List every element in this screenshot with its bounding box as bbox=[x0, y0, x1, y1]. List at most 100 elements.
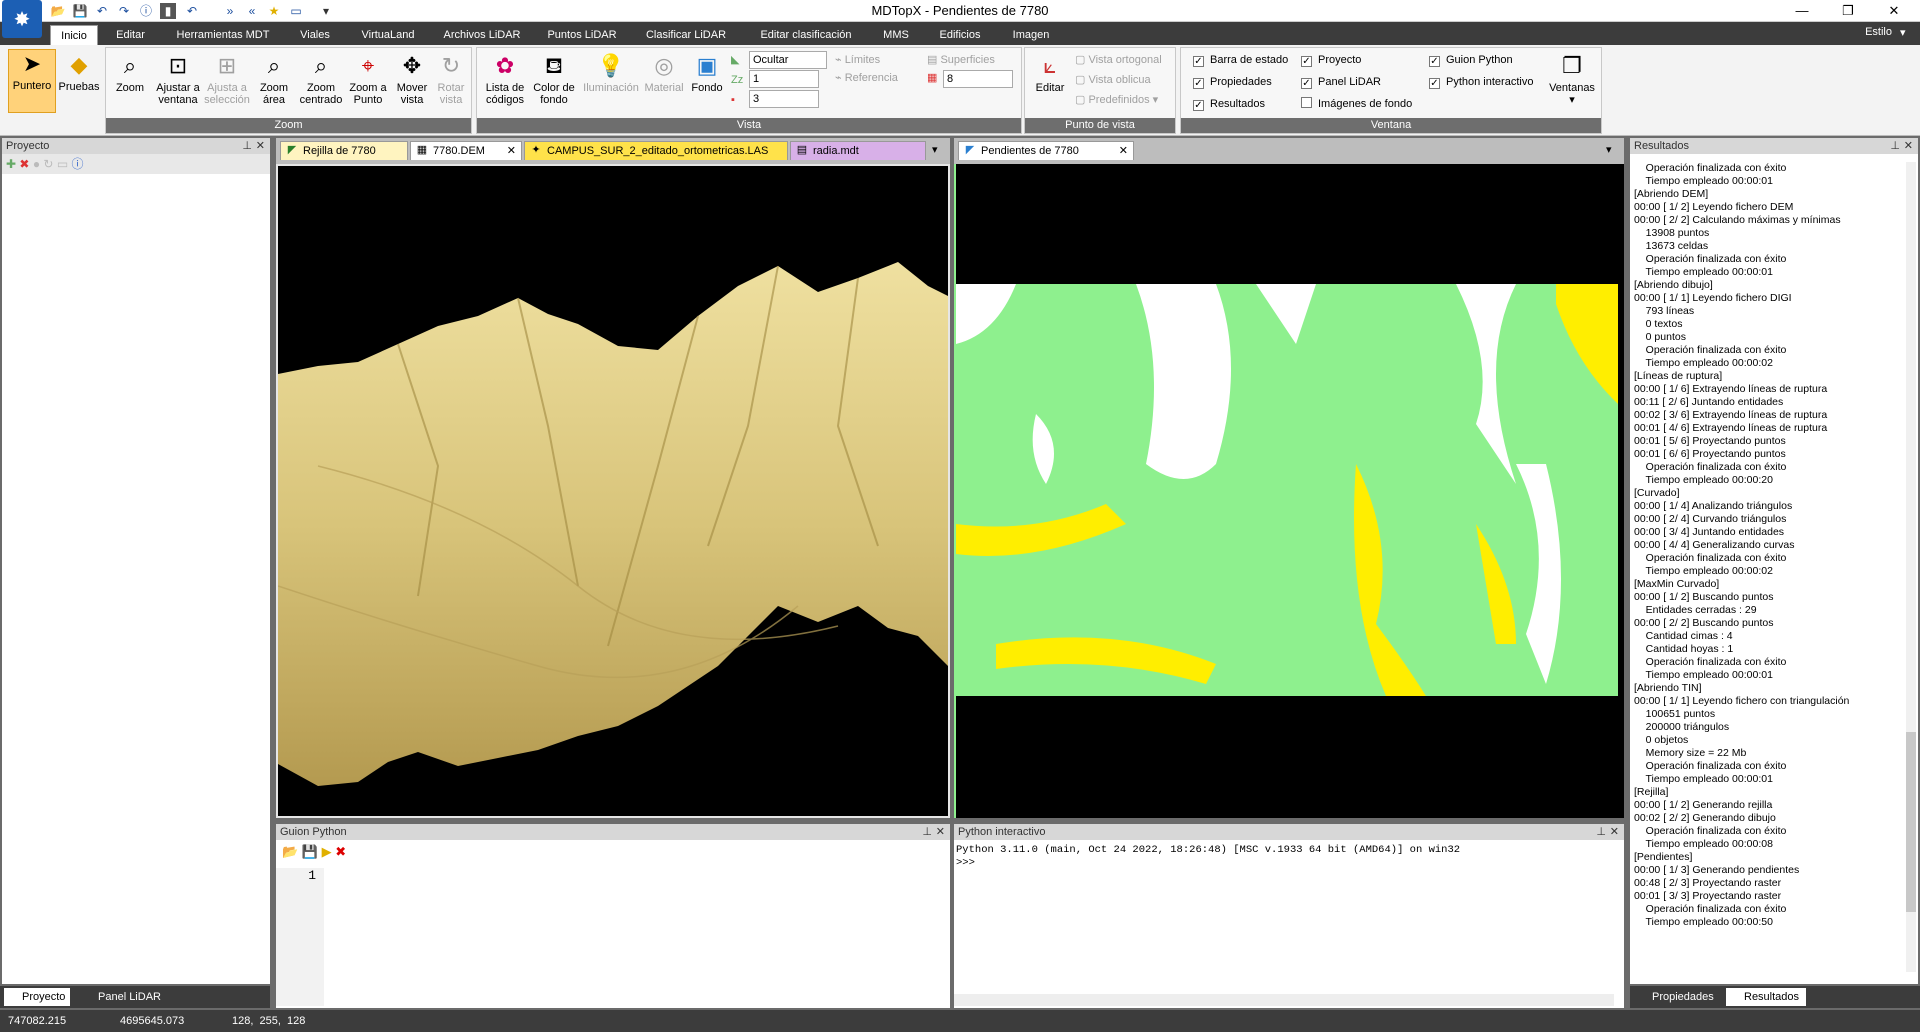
pin-icon[interactable]: ⊥ bbox=[1890, 138, 1900, 154]
points-size-field[interactable]: 3 bbox=[749, 90, 819, 108]
tab-puntos-lidar[interactable]: Puntos LiDAR bbox=[540, 25, 624, 45]
predefined-button[interactable]: ▢ Predefinidos ▾ bbox=[1075, 92, 1158, 109]
surfaces-field[interactable]: 8 bbox=[943, 70, 1013, 88]
refresh-icon[interactable]: ↻ bbox=[43, 157, 53, 171]
orthogonal-view-button[interactable]: ▢ Vista ortogonal bbox=[1075, 52, 1162, 69]
info-icon[interactable]: ⓘ bbox=[72, 157, 84, 171]
pin-icon[interactable]: ⊥ bbox=[922, 824, 932, 840]
zoom-button[interactable]: ⌕ Zoom bbox=[108, 52, 152, 94]
tab-resultados[interactable]: Resultados bbox=[1726, 988, 1806, 1006]
right-doc-tabbar: ◤ Pendientes de 7780 ✕ ▾ bbox=[954, 138, 1624, 164]
slope-map-viewport[interactable] bbox=[954, 164, 1624, 818]
close-icon[interactable]: ✕ bbox=[256, 138, 265, 154]
slope-raster bbox=[956, 284, 1618, 696]
terrain-3d-viewport[interactable] bbox=[276, 164, 950, 818]
reference-label: Referencia bbox=[844, 72, 898, 84]
lidar-panel-toggle[interactable]: ✓ Panel LiDAR bbox=[1301, 74, 1381, 91]
tab-clasificar-lidar[interactable]: Clasificar LiDAR bbox=[636, 25, 736, 45]
material-button[interactable]: ◎ Material bbox=[641, 52, 687, 94]
close-icon[interactable]: ✕ bbox=[1872, 0, 1916, 22]
tab-mms[interactable]: MMS bbox=[876, 25, 916, 45]
tab-rejilla[interactable]: ◤ Rejilla de 7780 bbox=[280, 141, 408, 160]
zz-field[interactable]: 1 bbox=[749, 70, 819, 88]
vista-group-caption: Vista bbox=[477, 118, 1021, 133]
stop-icon[interactable]: ✖ bbox=[335, 844, 346, 859]
python-console[interactable]: Python 3.11.0 (main, Oct 24 2022, 18:26:… bbox=[956, 844, 1616, 870]
reference-button[interactable]: ⌁ Referencia bbox=[835, 70, 898, 87]
project-toggle[interactable]: ✓ Proyecto bbox=[1301, 52, 1361, 69]
results-line: 00:01 [ 6/ 6] Proyectando puntos bbox=[1634, 448, 1786, 460]
tab-viales[interactable]: Viales bbox=[290, 25, 340, 45]
results-line: Tiempo empleado 00:00:01 bbox=[1634, 175, 1773, 187]
light-icon[interactable]: ● bbox=[33, 157, 40, 171]
tab-pendientes[interactable]: ◤ Pendientes de 7780 ✕ bbox=[958, 141, 1134, 160]
maximize-icon[interactable]: ❐ bbox=[1826, 0, 1870, 22]
tab-proyecto[interactable]: Proyecto bbox=[4, 988, 70, 1006]
tab-imagen[interactable]: Imagen bbox=[1004, 25, 1058, 45]
pin-icon[interactable]: ⊥ bbox=[242, 138, 252, 154]
save-script-icon[interactable]: 💾 bbox=[302, 844, 318, 859]
tab-dem[interactable]: ▦ 7780.DEM ✕ bbox=[410, 141, 522, 160]
fit-window-button[interactable]: ⊡ Ajustar a ventana bbox=[154, 52, 202, 106]
pixel-rgb: 128, 255, 128 bbox=[232, 1015, 306, 1027]
oblique-view-button[interactable]: ▢ Vista oblicua bbox=[1075, 72, 1151, 89]
zoom-area-button[interactable]: ⌕ Zoom área bbox=[252, 52, 296, 106]
run-icon[interactable]: ▶ bbox=[322, 844, 332, 859]
results-line: [Abriendo TIN] bbox=[1634, 682, 1702, 694]
python-script-toggle[interactable]: ✓ Guion Python bbox=[1429, 52, 1513, 69]
code-list-button[interactable]: ✿ Lista de códigos bbox=[483, 52, 527, 106]
style-chevron-icon[interactable]: ▾ bbox=[1900, 26, 1906, 39]
close-tab-icon[interactable]: ✕ bbox=[1119, 142, 1128, 160]
tab-list-chevron-icon[interactable]: ▾ bbox=[1606, 143, 1612, 156]
add-icon[interactable]: ✚ bbox=[6, 157, 16, 171]
background-color-button[interactable]: ⛾ Color de fondo bbox=[529, 52, 579, 106]
zoom-centered-button[interactable]: ⌕ Zoom centrado bbox=[298, 52, 344, 106]
edit-view-button[interactable]: ⟀ Editar bbox=[1029, 52, 1071, 94]
results-line: Operación finalizada con éxito bbox=[1634, 903, 1787, 915]
pruebas-button[interactable]: ◆ Pruebas bbox=[58, 51, 100, 93]
tab-editar[interactable]: Editar bbox=[108, 25, 153, 45]
hide-dropdown[interactable]: Ocultar bbox=[749, 51, 827, 69]
tab-edificios[interactable]: Edificios bbox=[930, 25, 990, 45]
tab-radia[interactable]: ▤ radia.mdt bbox=[790, 141, 926, 160]
rotate-view-button[interactable]: ↻ Rotar vista bbox=[432, 52, 470, 106]
tab-propiedades[interactable]: Propiedades bbox=[1634, 988, 1714, 1006]
fit-selection-button[interactable]: ⊞ Ajusta a selección bbox=[202, 52, 252, 106]
tab-las[interactable]: ✦ CAMPUS_SUR_2_editado_ortometricas.LAS bbox=[524, 141, 788, 160]
tab-panel-lidar[interactable]: Panel LiDAR bbox=[80, 988, 161, 1006]
results-toggle[interactable]: ✓ Resultados bbox=[1193, 96, 1265, 113]
results-scrollbar[interactable] bbox=[1906, 162, 1916, 972]
horizontal-scrollbar[interactable] bbox=[954, 994, 1614, 1006]
python-interactive-toggle[interactable]: ✓ Python interactivo bbox=[1429, 74, 1533, 91]
tab-list-chevron-icon[interactable]: ▾ bbox=[932, 143, 938, 156]
close-icon[interactable]: ✕ bbox=[1610, 824, 1619, 840]
zoom-point-button[interactable]: ⌖ Zoom a Punto bbox=[346, 52, 390, 106]
properties-toggle[interactable]: ✓ Propiedades bbox=[1193, 74, 1272, 91]
fondo-button[interactable]: ▣ Fondo bbox=[687, 52, 727, 94]
results-header: Resultados ⊥ ✕ bbox=[1630, 138, 1918, 154]
window-icon[interactable]: ▭ bbox=[57, 157, 68, 171]
puntero-button[interactable]: ➤ Puntero bbox=[8, 49, 56, 113]
script-editor[interactable] bbox=[326, 868, 946, 1006]
app-logo-icon[interactable]: ✸ bbox=[2, 0, 42, 38]
pin-icon[interactable]: ⊥ bbox=[1596, 824, 1606, 840]
windows-button[interactable]: ❐ Ventanas ▾ bbox=[1545, 52, 1599, 106]
lighting-button[interactable]: 💡 Iluminación bbox=[581, 52, 641, 94]
background-images-toggle[interactable]: Imágenes de fondo bbox=[1301, 96, 1412, 113]
delete-icon[interactable]: ✖ bbox=[19, 157, 29, 171]
tab-inicio[interactable]: Inicio bbox=[50, 25, 98, 45]
status-bar-toggle[interactable]: ✓ Barra de estado bbox=[1193, 52, 1288, 69]
open-script-icon[interactable]: 📂 bbox=[282, 844, 298, 859]
tab-virtualand[interactable]: VirtuaLand bbox=[350, 25, 426, 45]
close-icon[interactable]: ✕ bbox=[1904, 138, 1913, 154]
move-view-button[interactable]: ✥ Mover vista bbox=[392, 52, 432, 106]
minimize-icon[interactable]: — bbox=[1780, 0, 1824, 22]
tab-archivos-lidar[interactable]: Archivos LiDAR bbox=[436, 25, 528, 45]
surfaces-button[interactable]: ▤ Superficies bbox=[927, 52, 995, 69]
tab-editar-clasificacion[interactable]: Editar clasificación bbox=[748, 25, 864, 45]
limits-button[interactable]: ⌁ Límites bbox=[835, 52, 880, 69]
close-icon[interactable]: ✕ bbox=[936, 824, 945, 840]
style-menu[interactable]: Estilo bbox=[1865, 26, 1892, 38]
tab-herramientas-mdt[interactable]: Herramientas MDT bbox=[168, 25, 278, 45]
close-tab-icon[interactable]: ✕ bbox=[507, 142, 516, 160]
